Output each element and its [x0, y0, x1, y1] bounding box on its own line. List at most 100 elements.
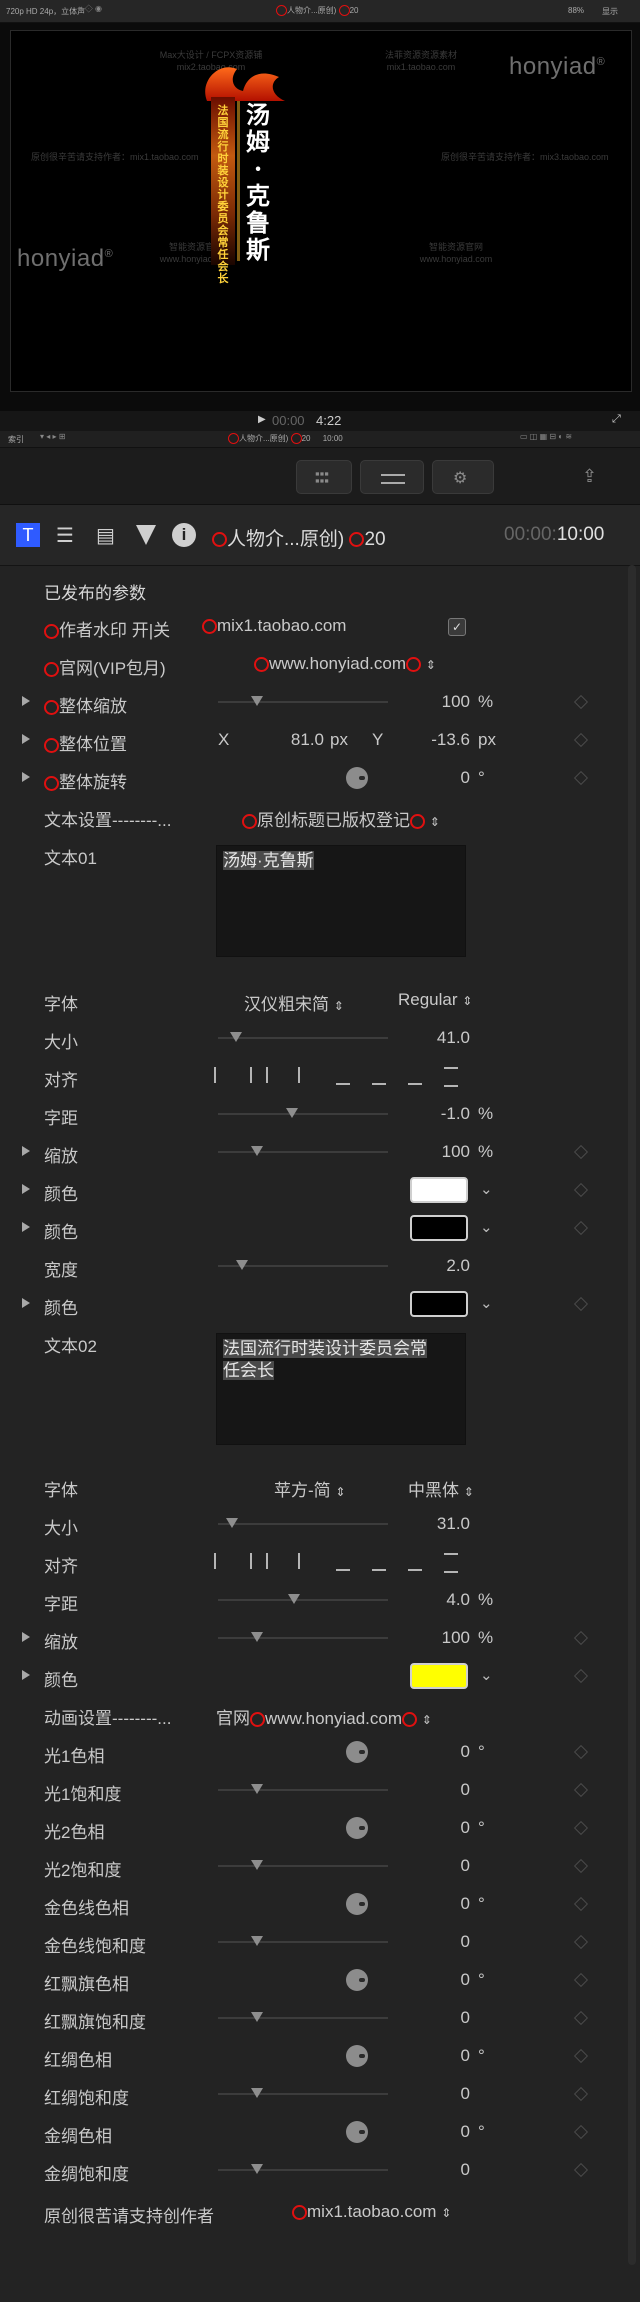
font-style-popup[interactable]: Regular ⇕: [398, 990, 472, 1010]
param-value[interactable]: 0: [461, 1780, 470, 1800]
color-swatch-black[interactable]: [410, 1215, 468, 1241]
text-scale-slider-2[interactable]: [218, 1632, 388, 1642]
hue-dial[interactable]: [346, 1817, 368, 1839]
chevron-down-icon[interactable]: ⌄: [480, 1294, 493, 1312]
disclosure-icon[interactable]: [22, 734, 30, 744]
param-value[interactable]: 0: [461, 1856, 470, 1876]
keyframe-icon[interactable]: [573, 2124, 589, 2140]
param-value[interactable]: 0: [461, 1894, 470, 1914]
view-icons[interactable]: ⌗ ⟐ ◉: [78, 4, 102, 14]
param-value[interactable]: 0: [461, 2160, 470, 2180]
fullscreen-icon[interactable]: ⤢: [612, 413, 621, 426]
disclosure-icon[interactable]: [22, 696, 30, 706]
timeline-nav-icons[interactable]: ▾ ◂ ▸ ⊞: [40, 432, 65, 441]
index-button[interactable]: 索引: [8, 434, 24, 445]
animation-site-popup[interactable]: 官网 www.honyiad.com ⇕: [216, 1704, 432, 1729]
disclosure-icon[interactable]: [22, 1632, 30, 1642]
keyframe-icon[interactable]: [573, 1630, 589, 1646]
alignment-buttons-2[interactable]: [214, 1545, 474, 1579]
site-popup[interactable]: www.honyiad.com ⇕: [254, 654, 436, 674]
position-y-field[interactable]: -13.6: [431, 730, 470, 750]
saturation-slider[interactable]: [218, 1936, 388, 1946]
color-swatch-yellow[interactable]: [410, 1663, 468, 1689]
param-value[interactable]: 0: [461, 1818, 470, 1838]
inspector-toggle-button[interactable]: ⚙: [432, 460, 494, 494]
video-canvas[interactable]: Max大设计 / FCPX资源铺 mix2.taobao.com 法菲资源资源素材…: [10, 30, 632, 392]
share-icon[interactable]: ⇪: [582, 466, 597, 487]
hue-dial[interactable]: [346, 2121, 368, 2143]
info-icon[interactable]: i: [172, 523, 196, 547]
timeline-toggle-button[interactable]: [360, 460, 424, 494]
hue-dial[interactable]: [346, 1741, 368, 1763]
param-value[interactable]: 0: [461, 2008, 470, 2028]
keyframe-icon[interactable]: [573, 770, 589, 786]
text02-field[interactable]: 法国流行时装设计委员会常 任会长: [216, 1333, 466, 1445]
color-swatch-black[interactable]: [410, 1291, 468, 1317]
disclosure-icon[interactable]: [22, 1670, 30, 1680]
zoom-menu[interactable]: 88%: [568, 6, 584, 15]
keyframe-icon[interactable]: [573, 1934, 589, 1950]
keyframe-icon[interactable]: [573, 1144, 589, 1160]
keyframe-icon[interactable]: [573, 1182, 589, 1198]
hue-dial[interactable]: [346, 1893, 368, 1915]
browser-toggle-button[interactable]: ▪▪▪ ▪▪▪: [296, 460, 352, 494]
keyframe-icon[interactable]: [573, 1896, 589, 1912]
view-menu[interactable]: 显示: [602, 6, 618, 17]
position-x-field[interactable]: 81.0: [291, 730, 324, 750]
param-value[interactable]: 0: [461, 2122, 470, 2142]
timeline-tools-icons[interactable]: ▭ ◫ ▦ ⊟ ◐ ≋: [520, 432, 572, 441]
saturation-slider[interactable]: [218, 1860, 388, 1870]
size-slider[interactable]: [218, 1032, 388, 1042]
disclosure-icon[interactable]: [22, 1298, 30, 1308]
play-icon[interactable]: ▶: [258, 414, 266, 425]
saturation-slider[interactable]: [218, 1784, 388, 1794]
font-family-popup-2[interactable]: 苹方-简 ⇕: [274, 1476, 345, 1501]
scrollbar[interactable]: [628, 565, 636, 2265]
keyframe-icon[interactable]: [573, 2086, 589, 2102]
saturation-slider[interactable]: [218, 2088, 388, 2098]
chevron-down-icon[interactable]: ⌄: [480, 1180, 493, 1198]
hue-dial[interactable]: [346, 1969, 368, 1991]
keyframe-icon[interactable]: [573, 1668, 589, 1684]
keyframe-icon[interactable]: [573, 2048, 589, 2064]
disclosure-icon[interactable]: [22, 772, 30, 782]
alignment-buttons[interactable]: [214, 1059, 474, 1093]
keyframe-icon[interactable]: [573, 1220, 589, 1236]
disclosure-icon[interactable]: [22, 1146, 30, 1156]
keyframe-icon[interactable]: [573, 1820, 589, 1836]
text01-field[interactable]: 汤姆·克鲁斯: [216, 845, 466, 957]
rotation-dial[interactable]: [346, 767, 368, 789]
width-slider[interactable]: [218, 1260, 388, 1270]
tracking-slider-2[interactable]: [218, 1594, 388, 1604]
keyframe-icon[interactable]: [573, 2010, 589, 2026]
text-inspector-tab[interactable]: T: [16, 523, 40, 547]
keyframe-icon[interactable]: [573, 694, 589, 710]
param-value[interactable]: 0: [461, 2084, 470, 2104]
saturation-slider[interactable]: [218, 2164, 388, 2174]
keyframe-icon[interactable]: [573, 1782, 589, 1798]
film-icon[interactable]: ▤: [96, 523, 115, 548]
text-scale-slider[interactable]: [218, 1146, 388, 1156]
param-value[interactable]: 0: [461, 1742, 470, 1762]
param-value[interactable]: 0: [461, 1932, 470, 1952]
chevron-down-icon[interactable]: ⌄: [480, 1218, 493, 1236]
filter-icon[interactable]: [136, 525, 156, 545]
text-settings-popup[interactable]: 原创标题已版权登记 ⇕: [242, 806, 440, 831]
keyframe-icon[interactable]: [573, 2162, 589, 2178]
keyframe-icon[interactable]: [573, 1296, 589, 1312]
chevron-down-icon[interactable]: ⌄: [480, 1666, 493, 1684]
overall-scale-slider[interactable]: [218, 696, 388, 706]
disclosure-icon[interactable]: [22, 1184, 30, 1194]
keyframe-icon[interactable]: [573, 1858, 589, 1874]
disclosure-icon[interactable]: [22, 1222, 30, 1232]
param-value[interactable]: 0: [461, 1970, 470, 1990]
keyframe-icon[interactable]: [573, 1744, 589, 1760]
keyframe-icon[interactable]: [573, 1972, 589, 1988]
font-style-popup-2[interactable]: 中黑体 ⇕: [408, 1476, 474, 1501]
size-slider-2[interactable]: [218, 1518, 388, 1528]
saturation-slider[interactable]: [218, 2012, 388, 2022]
watermark-checkbox[interactable]: ✓: [448, 618, 466, 636]
tracking-slider[interactable]: [218, 1108, 388, 1118]
hue-dial[interactable]: [346, 2045, 368, 2067]
footer-popup[interactable]: mix1.taobao.com ⇕: [292, 2202, 451, 2222]
